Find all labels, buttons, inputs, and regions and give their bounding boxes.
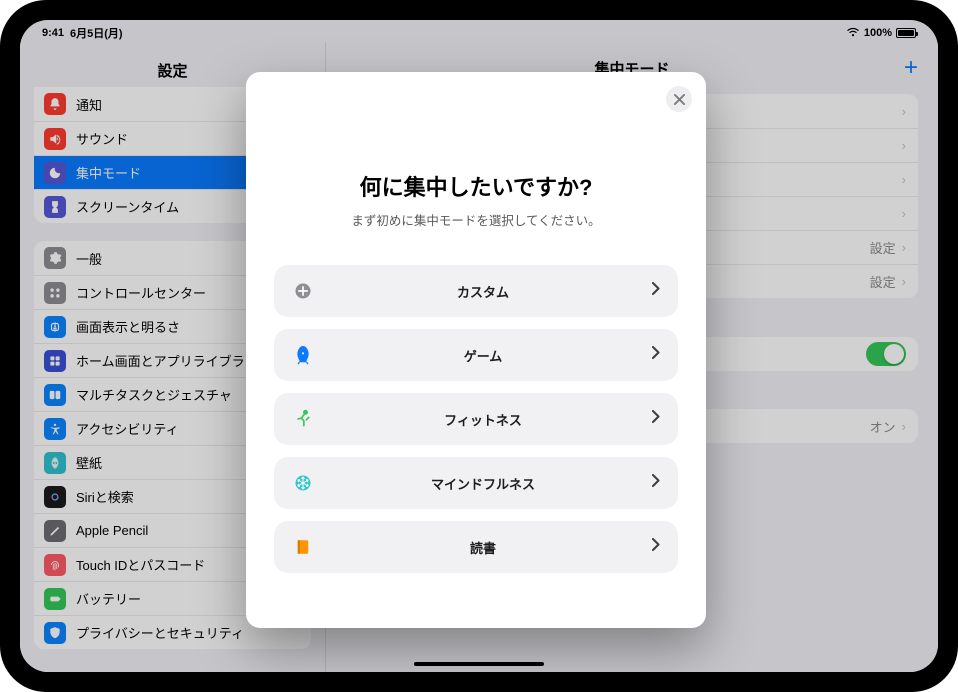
rocket-icon (292, 345, 314, 365)
new-focus-modal: 何に集中したいですか? まず初めに集中モードを選択してください。 カスタムゲーム… (246, 72, 706, 628)
home-indicator[interactable] (414, 662, 544, 666)
option-label: マインドフルネス (314, 474, 652, 493)
chevron-right-icon (652, 346, 660, 364)
plus-circle-icon (292, 281, 314, 301)
focus-option-mindfulness[interactable]: マインドフルネス (274, 457, 678, 509)
focus-option-reading[interactable]: 読書 (274, 521, 678, 573)
modal-subtitle: まず初めに集中モードを選択してください。 (274, 210, 678, 229)
modal-title: 何に集中したいですか? (274, 170, 678, 202)
option-label: フィットネス (314, 410, 652, 429)
close-button[interactable] (666, 86, 692, 112)
option-label: 読書 (314, 538, 652, 557)
snowflake-icon (292, 473, 314, 493)
focus-option-custom[interactable]: カスタム (274, 265, 678, 317)
chevron-right-icon (652, 538, 660, 556)
focus-option-fitness[interactable]: フィットネス (274, 393, 678, 445)
focus-option-gaming[interactable]: ゲーム (274, 329, 678, 381)
chevron-right-icon (652, 282, 660, 300)
chevron-right-icon (652, 410, 660, 428)
option-label: ゲーム (314, 346, 652, 365)
book-icon (292, 537, 314, 557)
runner-icon (292, 409, 314, 429)
option-label: カスタム (314, 282, 652, 301)
chevron-right-icon (652, 474, 660, 492)
